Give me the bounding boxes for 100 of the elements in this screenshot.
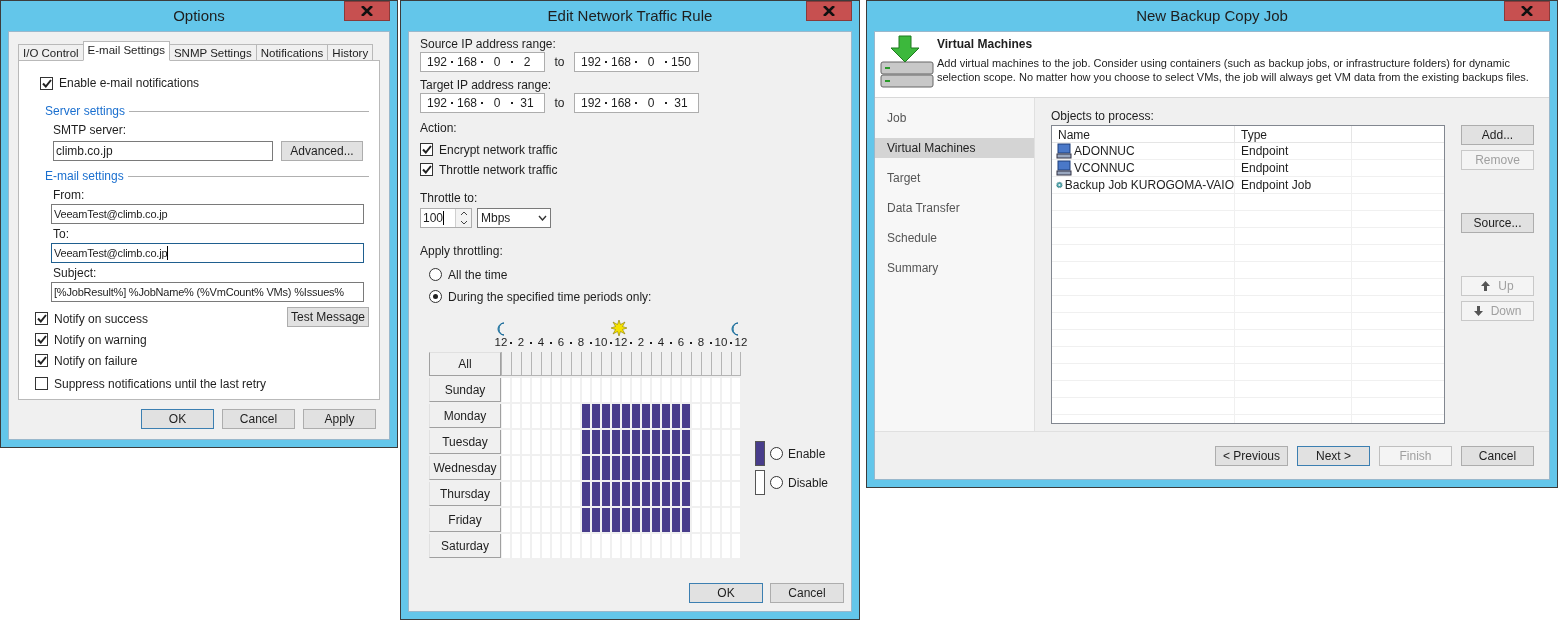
- column-header[interactable]: Name: [1052, 126, 1235, 142]
- hour-column-header[interactable]: [731, 352, 741, 376]
- schedule-cell[interactable]: [622, 456, 630, 480]
- side-button[interactable]: Add...: [1461, 125, 1534, 145]
- radio-button[interactable]: [429, 290, 442, 303]
- hour-column-header[interactable]: [691, 352, 701, 376]
- schedule-cell[interactable]: [642, 404, 650, 428]
- wizard-step[interactable]: Schedule: [875, 228, 1034, 248]
- checkbox[interactable]: [35, 377, 48, 390]
- schedule-cell[interactable]: [592, 430, 600, 454]
- wizard-step[interactable]: Job: [875, 108, 1034, 128]
- advanced-button[interactable]: Advanced...: [281, 141, 363, 161]
- schedule-cell[interactable]: [642, 456, 650, 480]
- schedule-cell[interactable]: [612, 456, 620, 480]
- schedule-cell[interactable]: [592, 508, 600, 532]
- schedule-cell[interactable]: [672, 482, 680, 506]
- schedule-cell[interactable]: [582, 482, 590, 506]
- close-button[interactable]: [806, 1, 852, 21]
- schedule-cell[interactable]: [652, 430, 660, 454]
- schedule-cell[interactable]: [672, 430, 680, 454]
- side-button[interactable]: Source...: [1461, 213, 1534, 233]
- schedule-cell[interactable]: [632, 482, 640, 506]
- schedule-cell[interactable]: [642, 482, 650, 506]
- hour-column-header[interactable]: [621, 352, 631, 376]
- day-button[interactable]: Wednesday: [429, 456, 501, 480]
- schedule-cell[interactable]: [662, 430, 670, 454]
- radio-button[interactable]: [429, 268, 442, 281]
- schedule-cell[interactable]: [632, 508, 640, 532]
- schedule-cell[interactable]: [612, 404, 620, 428]
- schedule-cell[interactable]: [682, 482, 690, 506]
- day-button[interactable]: Saturday: [429, 534, 501, 558]
- hour-column-header[interactable]: [551, 352, 561, 376]
- schedule-cell[interactable]: [502, 404, 510, 428]
- schedule-cell[interactable]: [602, 482, 610, 506]
- schedule-cell[interactable]: [672, 508, 680, 532]
- schedule-cell[interactable]: [582, 430, 590, 454]
- schedule-cell[interactable]: [502, 508, 510, 532]
- schedule-cell[interactable]: [612, 430, 620, 454]
- hour-column-header[interactable]: [641, 352, 651, 376]
- hour-column-header[interactable]: [721, 352, 731, 376]
- day-button[interactable]: Tuesday: [429, 430, 501, 454]
- schedule-cell[interactable]: [592, 456, 600, 480]
- hour-column-header[interactable]: [631, 352, 641, 376]
- schedule-cell[interactable]: [582, 508, 590, 532]
- schedule-cell[interactable]: [652, 482, 660, 506]
- schedule-cell[interactable]: [672, 404, 680, 428]
- button[interactable]: OK: [141, 409, 214, 429]
- button[interactable]: Apply: [303, 409, 376, 429]
- wizard-step[interactable]: Summary: [875, 258, 1034, 278]
- hour-column-header[interactable]: [681, 352, 691, 376]
- test-message-button[interactable]: Test Message: [287, 307, 369, 327]
- schedule-cell[interactable]: [582, 404, 590, 428]
- select-all-button[interactable]: All: [429, 352, 501, 376]
- schedule-cell[interactable]: [602, 456, 610, 480]
- day-button[interactable]: Monday: [429, 404, 501, 428]
- checkbox[interactable]: [420, 163, 433, 176]
- schedule-cell[interactable]: [612, 482, 620, 506]
- hour-column-header[interactable]: [561, 352, 571, 376]
- schedule-cell[interactable]: [662, 508, 670, 532]
- hour-column-header[interactable]: [601, 352, 611, 376]
- input-field[interactable]: climb.co.jp: [53, 141, 273, 161]
- schedule-cell[interactable]: [652, 404, 660, 428]
- schedule-cell[interactable]: [642, 430, 650, 454]
- schedule-cell[interactable]: [652, 456, 660, 480]
- schedule-cell[interactable]: [622, 508, 630, 532]
- schedule-cell[interactable]: [622, 404, 630, 428]
- schedule-cell[interactable]: [502, 482, 510, 506]
- wizard-step[interactable]: Data Transfer: [875, 198, 1034, 218]
- checkbox[interactable]: [40, 76, 53, 90]
- hour-column-header[interactable]: [661, 352, 671, 376]
- hour-column-header[interactable]: [651, 352, 661, 376]
- hour-column-header[interactable]: [531, 352, 541, 376]
- schedule-cell[interactable]: [502, 456, 510, 480]
- schedule-cell[interactable]: [652, 508, 660, 532]
- schedule-cell[interactable]: [612, 508, 620, 532]
- button[interactable]: OK: [689, 583, 763, 603]
- hour-column-header[interactable]: [611, 352, 621, 376]
- day-button[interactable]: Thursday: [429, 482, 501, 506]
- schedule-cell[interactable]: [682, 430, 690, 454]
- schedule-cell[interactable]: [632, 456, 640, 480]
- schedule-cell[interactable]: [592, 404, 600, 428]
- day-button[interactable]: Friday: [429, 508, 501, 532]
- checkbox[interactable]: [35, 354, 48, 367]
- close-button[interactable]: [1504, 1, 1550, 21]
- schedule-cell[interactable]: [502, 534, 510, 558]
- schedule-cell[interactable]: [592, 482, 600, 506]
- schedule-cell[interactable]: [672, 456, 680, 480]
- schedule-cell[interactable]: [662, 404, 670, 428]
- hour-column-header[interactable]: [501, 352, 511, 376]
- wizard-step[interactable]: Target: [875, 168, 1034, 188]
- schedule-cell[interactable]: [502, 378, 510, 402]
- schedule-cell[interactable]: [582, 456, 590, 480]
- hour-column-header[interactable]: [711, 352, 721, 376]
- close-button[interactable]: [344, 1, 390, 21]
- checkbox[interactable]: [420, 143, 433, 156]
- hour-column-header[interactable]: [521, 352, 531, 376]
- schedule-cell[interactable]: [682, 508, 690, 532]
- hour-column-header[interactable]: [701, 352, 711, 376]
- schedule-cell[interactable]: [662, 482, 670, 506]
- checkbox[interactable]: [35, 333, 48, 346]
